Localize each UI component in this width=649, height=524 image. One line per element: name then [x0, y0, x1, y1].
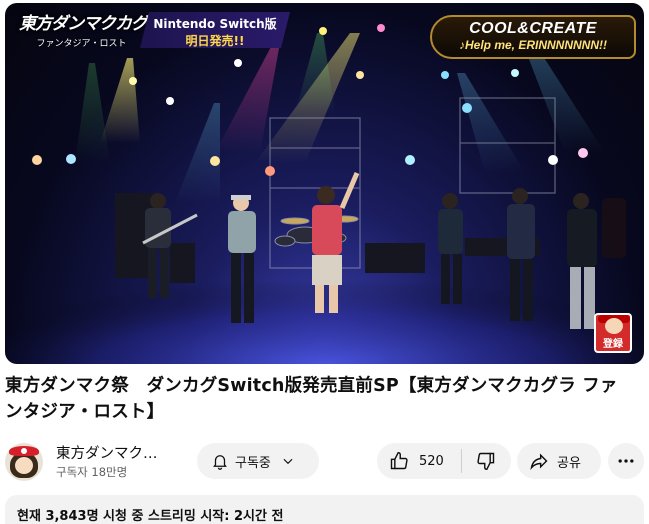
- share-arrow-icon: [530, 453, 548, 471]
- thumbs-up-icon: [390, 451, 408, 470]
- like-dislike-group: 520: [377, 443, 511, 479]
- subscribe-label: 구독중: [235, 455, 271, 471]
- bell-icon: [213, 455, 227, 470]
- channel-action-row: 東方ダンマク… 구독자 18만명 구독중 520 공유: [5, 441, 645, 481]
- description-box[interactable]: 현재 3,843명 시청 중 스트리밍 시작: 2시간 전: [5, 495, 644, 524]
- channel-name[interactable]: 東方ダンマク…: [56, 442, 158, 463]
- switch-banner-line2: 明日発売!!: [185, 34, 245, 48]
- subscribed-button[interactable]: 구독중: [197, 443, 319, 479]
- live-viewer-info: 현재 3,843명 시청 중 스트리밍 시작: 2시간 전: [17, 509, 284, 524]
- thumbs-down-icon: [477, 452, 495, 471]
- switch-release-banner: Nintendo Switch版 明日発売!!: [140, 12, 290, 48]
- logo-title: 東方ダンマクカグラ: [19, 14, 164, 34]
- more-horizontal-icon: [618, 459, 634, 463]
- video-player[interactable]: 東方ダンマクカグラ ファンタジア・ロスト Nintendo Switch版 明日…: [5, 3, 644, 364]
- like-button[interactable]: 520: [377, 443, 461, 479]
- video-title: 東方ダンマク祭 ダンカグSwitch版発売直前SP【東方ダンマクカグラ ファンタ…: [5, 376, 618, 422]
- watermark-face: [605, 318, 623, 334]
- dislike-button[interactable]: [462, 443, 510, 479]
- more-actions-button[interactable]: [608, 443, 644, 479]
- watermark-label: 登録: [603, 339, 623, 350]
- like-count: 520: [419, 453, 444, 469]
- share-button[interactable]: 공유: [517, 443, 601, 479]
- now-playing-banner: COOL&CREATE ♪Help me, ERINNNNNNN!!: [430, 15, 636, 59]
- game-logo: 東方ダンマクカグラ ファンタジア・ロスト: [19, 9, 164, 53]
- switch-banner-line1: Nintendo Switch版: [153, 17, 277, 31]
- song-title: ♪Help me, ERINNNNNNN!!: [458, 38, 607, 52]
- subscriber-count: 구독자 18만명: [56, 465, 128, 479]
- chevron-down-icon: [283, 458, 293, 465]
- channel-watermark-subscribe[interactable]: 登録: [594, 313, 632, 353]
- logo-subtitle: ファンタジア・ロスト: [36, 39, 127, 49]
- reimu-avatar-icon[interactable]: [5, 443, 43, 481]
- artist-name: COOL&CREATE: [469, 20, 597, 37]
- share-label: 공유: [557, 455, 581, 471]
